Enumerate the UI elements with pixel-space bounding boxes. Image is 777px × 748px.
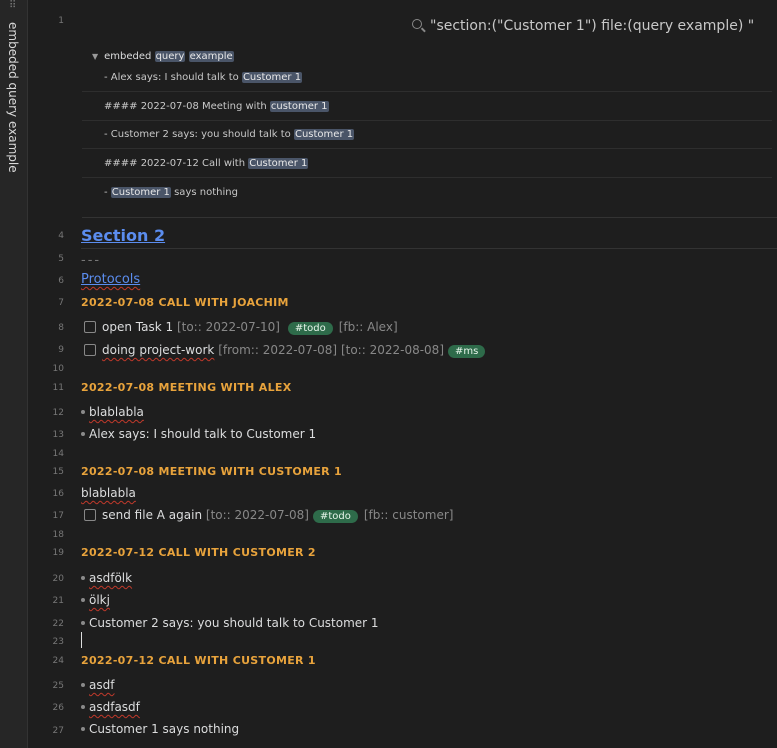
heading-call-customer-2: 2022-07-12 CALL WITH CUSTOMER 2 [81, 546, 316, 559]
paragraph: blablabla [81, 486, 136, 500]
match-highlight: Customer 1 [293, 129, 355, 140]
drag-handle-icon[interactable]: ⠿ [9, 0, 16, 11]
task-checkbox[interactable] [84, 320, 96, 333]
text-cursor [81, 632, 82, 648]
line-number: 27 [52, 726, 64, 736]
line-number: 10 [52, 364, 64, 374]
task-checkbox[interactable] [84, 508, 96, 521]
bullet-icon [81, 431, 85, 436]
list-item: Alex says: I should talk to Customer 1 [81, 427, 316, 441]
list-item: Customer 2 says: you should talk to Cust… [81, 616, 379, 630]
heading-meeting-customer-1: 2022-07-08 MEETING WITH CUSTOMER 1 [81, 465, 342, 478]
task-item[interactable]: send file A again [to:: 2022-07-08] #todo… [84, 508, 453, 523]
list-item: Customer 1 says nothing [81, 722, 239, 736]
chevron-down-icon[interactable]: ▼ [92, 52, 98, 61]
task-item[interactable]: open Task 1 [to:: 2022-07-10] #todo [fb::… [84, 320, 398, 335]
bullet-icon [81, 682, 85, 687]
search-icon [412, 19, 422, 29]
heading-rule [81, 248, 777, 249]
line-number: 6 [58, 276, 64, 286]
line-number: 5 [58, 254, 64, 264]
match-highlight: customer 1 [269, 101, 329, 112]
line-number: 11 [52, 383, 64, 393]
search-result-item[interactable]: - Alex says: I should talk to Customer 1 [82, 64, 772, 92]
line-number: 17 [52, 511, 64, 521]
line-number: 8 [58, 323, 64, 333]
line-number: 20 [52, 574, 64, 584]
line-number: 23 [52, 637, 64, 647]
horizontal-rule: --- [81, 253, 102, 268]
list-item: blablabla [81, 405, 144, 419]
line-number: 12 [52, 408, 64, 418]
heading-section-2[interactable]: Section 2 [81, 226, 165, 245]
line-number: 24 [52, 656, 64, 666]
left-sidebar: ⠿ embeded query example [0, 0, 28, 748]
line-number: 14 [52, 449, 64, 459]
line-number: 19 [52, 548, 64, 558]
tag-todo[interactable]: #todo [312, 510, 358, 523]
line-number: 7 [58, 298, 64, 308]
query-text: "section:("Customer 1") file:(query exam… [430, 18, 755, 34]
task-checkbox[interactable] [84, 343, 96, 356]
tag-ms[interactable]: #ms [448, 345, 486, 358]
line-number: 1 [58, 16, 64, 26]
line-number: 4 [58, 231, 64, 241]
vertical-tab-title[interactable]: embeded query example [6, 22, 20, 173]
match-highlight: Customer 1 [241, 72, 303, 83]
match-highlight: Customer 1 [248, 158, 309, 169]
list-item: asdfasdf [81, 700, 140, 714]
match-highlight: Customer 1 [110, 187, 171, 198]
line-number: 25 [52, 681, 64, 691]
heading-meeting-alex: 2022-07-08 MEETING WITH ALEX [81, 381, 292, 394]
query-search[interactable]: "section:("Customer 1") file:(query exam… [412, 18, 754, 34]
match-highlight: query [154, 51, 186, 62]
list-item: asdfölk [81, 571, 132, 585]
bullet-icon [81, 409, 85, 414]
embed-result-header[interactable]: ▼ embeded query example [92, 51, 234, 62]
list-item: asdf [81, 678, 114, 692]
bullet-icon [81, 620, 85, 625]
bullet-icon [81, 726, 85, 731]
search-result-item[interactable]: - Customer 2 says: you should talk to Cu… [82, 121, 772, 149]
line-number: 22 [52, 619, 64, 629]
line-number: 18 [52, 530, 64, 540]
list-item: ölkj [81, 593, 110, 607]
line-number: 13 [52, 430, 64, 440]
line-number: 26 [52, 703, 64, 713]
task-item[interactable]: doing project-work [from:: 2022-07-08] [… [84, 343, 491, 358]
bullet-icon [81, 597, 85, 602]
embed-divider [82, 217, 777, 218]
search-result-item[interactable]: - Customer 1 says nothing [82, 179, 772, 207]
heading-call-joachim: 2022-07-08 CALL WITH JOACHIM [81, 296, 289, 309]
search-result-item[interactable]: #### 2022-07-08 Meeting with customer 1 [82, 93, 772, 121]
bullet-icon [81, 704, 85, 709]
line-number: 21 [52, 596, 64, 606]
heading-protocols[interactable]: Protocols [81, 272, 140, 287]
match-highlight: example [188, 51, 234, 62]
heading-call-customer-1: 2022-07-12 CALL WITH CUSTOMER 1 [81, 654, 316, 667]
bullet-icon [81, 575, 85, 580]
search-result-item[interactable]: #### 2022-07-12 Call with Customer 1 [82, 150, 772, 178]
line-number: 9 [58, 345, 64, 355]
line-number: 15 [52, 467, 64, 477]
tag-todo[interactable]: #todo [287, 322, 333, 335]
line-number: 16 [52, 489, 64, 499]
